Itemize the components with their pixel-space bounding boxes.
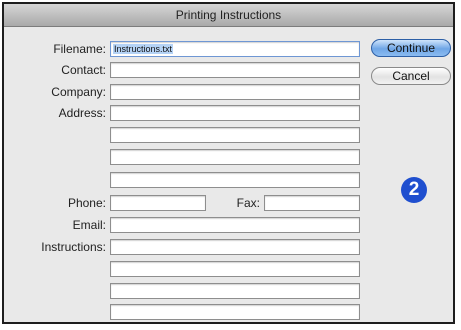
window-title: Printing Instructions (175, 8, 282, 22)
filename-field[interactable]: Instructions.txt (110, 41, 360, 57)
email-label: Email: (72, 218, 106, 232)
instructions-line-1-field[interactable] (110, 239, 360, 255)
address-line-3-field[interactable] (110, 149, 360, 165)
continue-button[interactable]: Continue (371, 39, 451, 57)
contact-label: Contact: (61, 63, 106, 77)
instructions-line-4-field[interactable] (110, 304, 360, 320)
filename-label: Filename: (53, 42, 106, 56)
company-field[interactable] (110, 84, 360, 100)
address-line-1-field[interactable] (110, 105, 360, 121)
phone-field[interactable] (110, 195, 206, 211)
cancel-button[interactable]: Cancel (371, 67, 451, 85)
address-line-2-field[interactable] (110, 127, 360, 143)
email-field[interactable] (110, 217, 360, 233)
contact-field[interactable] (110, 62, 360, 78)
instructions-line-3-field[interactable] (110, 283, 360, 299)
address-line-4-field[interactable] (110, 172, 360, 188)
instructions-line-2-field[interactable] (110, 261, 360, 277)
printing-instructions-dialog: Printing Instructions Filename: Instruct… (2, 2, 455, 324)
company-label: Company: (51, 85, 106, 99)
address-label: Address: (58, 106, 106, 120)
phone-label: Phone: (67, 196, 106, 210)
instructions-label: Instructions: (41, 240, 106, 254)
fax-field[interactable] (264, 195, 360, 211)
step-number-badge: 2 (401, 177, 427, 203)
fax-label: Fax: (236, 196, 260, 210)
filename-value: Instructions.txt (113, 44, 174, 54)
window-titlebar[interactable]: Printing Instructions (4, 4, 453, 27)
